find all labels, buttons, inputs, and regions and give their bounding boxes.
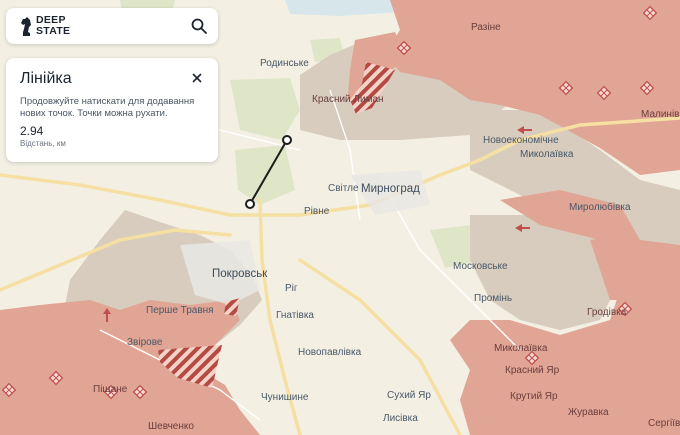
place-myroliubivka: Миролюбівка xyxy=(569,201,631,213)
place-krasnyi-lyman: Красний Лиман xyxy=(312,94,384,105)
place-malynivka: Малинівка xyxy=(641,109,680,120)
place-mykolaivka-south: Миколаївка xyxy=(494,343,548,354)
place-rih: Ріг xyxy=(285,283,298,294)
place-pershe-travnia: Перше Травня xyxy=(146,305,214,316)
place-moskovske: Московське xyxy=(453,261,508,272)
place-krutyi-yar: Крутий Яр xyxy=(510,391,558,402)
place-myrnohrad: Мирноград xyxy=(361,183,420,195)
place-rodynske: Родинське xyxy=(260,58,309,69)
close-icon[interactable] xyxy=(190,71,204,85)
distance-value: 2.94 xyxy=(20,124,44,138)
place-zvirove: Звірове xyxy=(127,337,163,348)
place-serhiivka: Сергіївка xyxy=(648,418,680,429)
place-krasnyi-yar: Красний Яр xyxy=(505,365,560,376)
logo-line-2: STATE xyxy=(36,25,71,37)
panel-title: Лінійка xyxy=(20,70,72,87)
place-svitle: Світле xyxy=(328,183,359,194)
place-hnativka: Гнатівка xyxy=(276,310,314,321)
distance-unit: Відстань, км xyxy=(20,139,66,148)
chess-knight-icon xyxy=(21,17,31,36)
place-pokrovsk: Покровськ xyxy=(212,268,268,280)
place-zhuravka: Журавка xyxy=(568,407,609,418)
place-razine: Разіне xyxy=(471,22,501,33)
search-icon[interactable] xyxy=(190,17,208,35)
place-pishchane: Піщане xyxy=(93,384,128,395)
place-rivne: Рівне xyxy=(304,206,330,217)
panel-description: Продовжуйте натискати для додавання нови… xyxy=(20,96,195,119)
place-shevchenko: Шевченко xyxy=(148,421,194,432)
ruler-point-end[interactable] xyxy=(282,135,292,145)
place-hrodivka: Гродівка xyxy=(587,307,627,318)
place-novopavlivka: Новопавлівка xyxy=(298,347,362,358)
place-chunyshyne: Чунишине xyxy=(261,392,309,403)
place-promin: Промінь xyxy=(474,293,512,304)
place-novoekonomichne: Новоекономічне xyxy=(483,135,559,146)
place-sukhyi-yar: Сухий Яр xyxy=(387,390,431,401)
place-mykolaivka-north: Миколаївка xyxy=(520,149,574,160)
ruler-panel: Лінійка Продовжуйте натискати для додава… xyxy=(6,58,218,162)
place-lysivka: Лисівка xyxy=(383,413,418,424)
top-bar: DEEP STATE xyxy=(6,8,218,44)
deepstate-logo[interactable]: DEEP STATE xyxy=(20,15,80,39)
ruler-point-start[interactable] xyxy=(245,199,255,209)
